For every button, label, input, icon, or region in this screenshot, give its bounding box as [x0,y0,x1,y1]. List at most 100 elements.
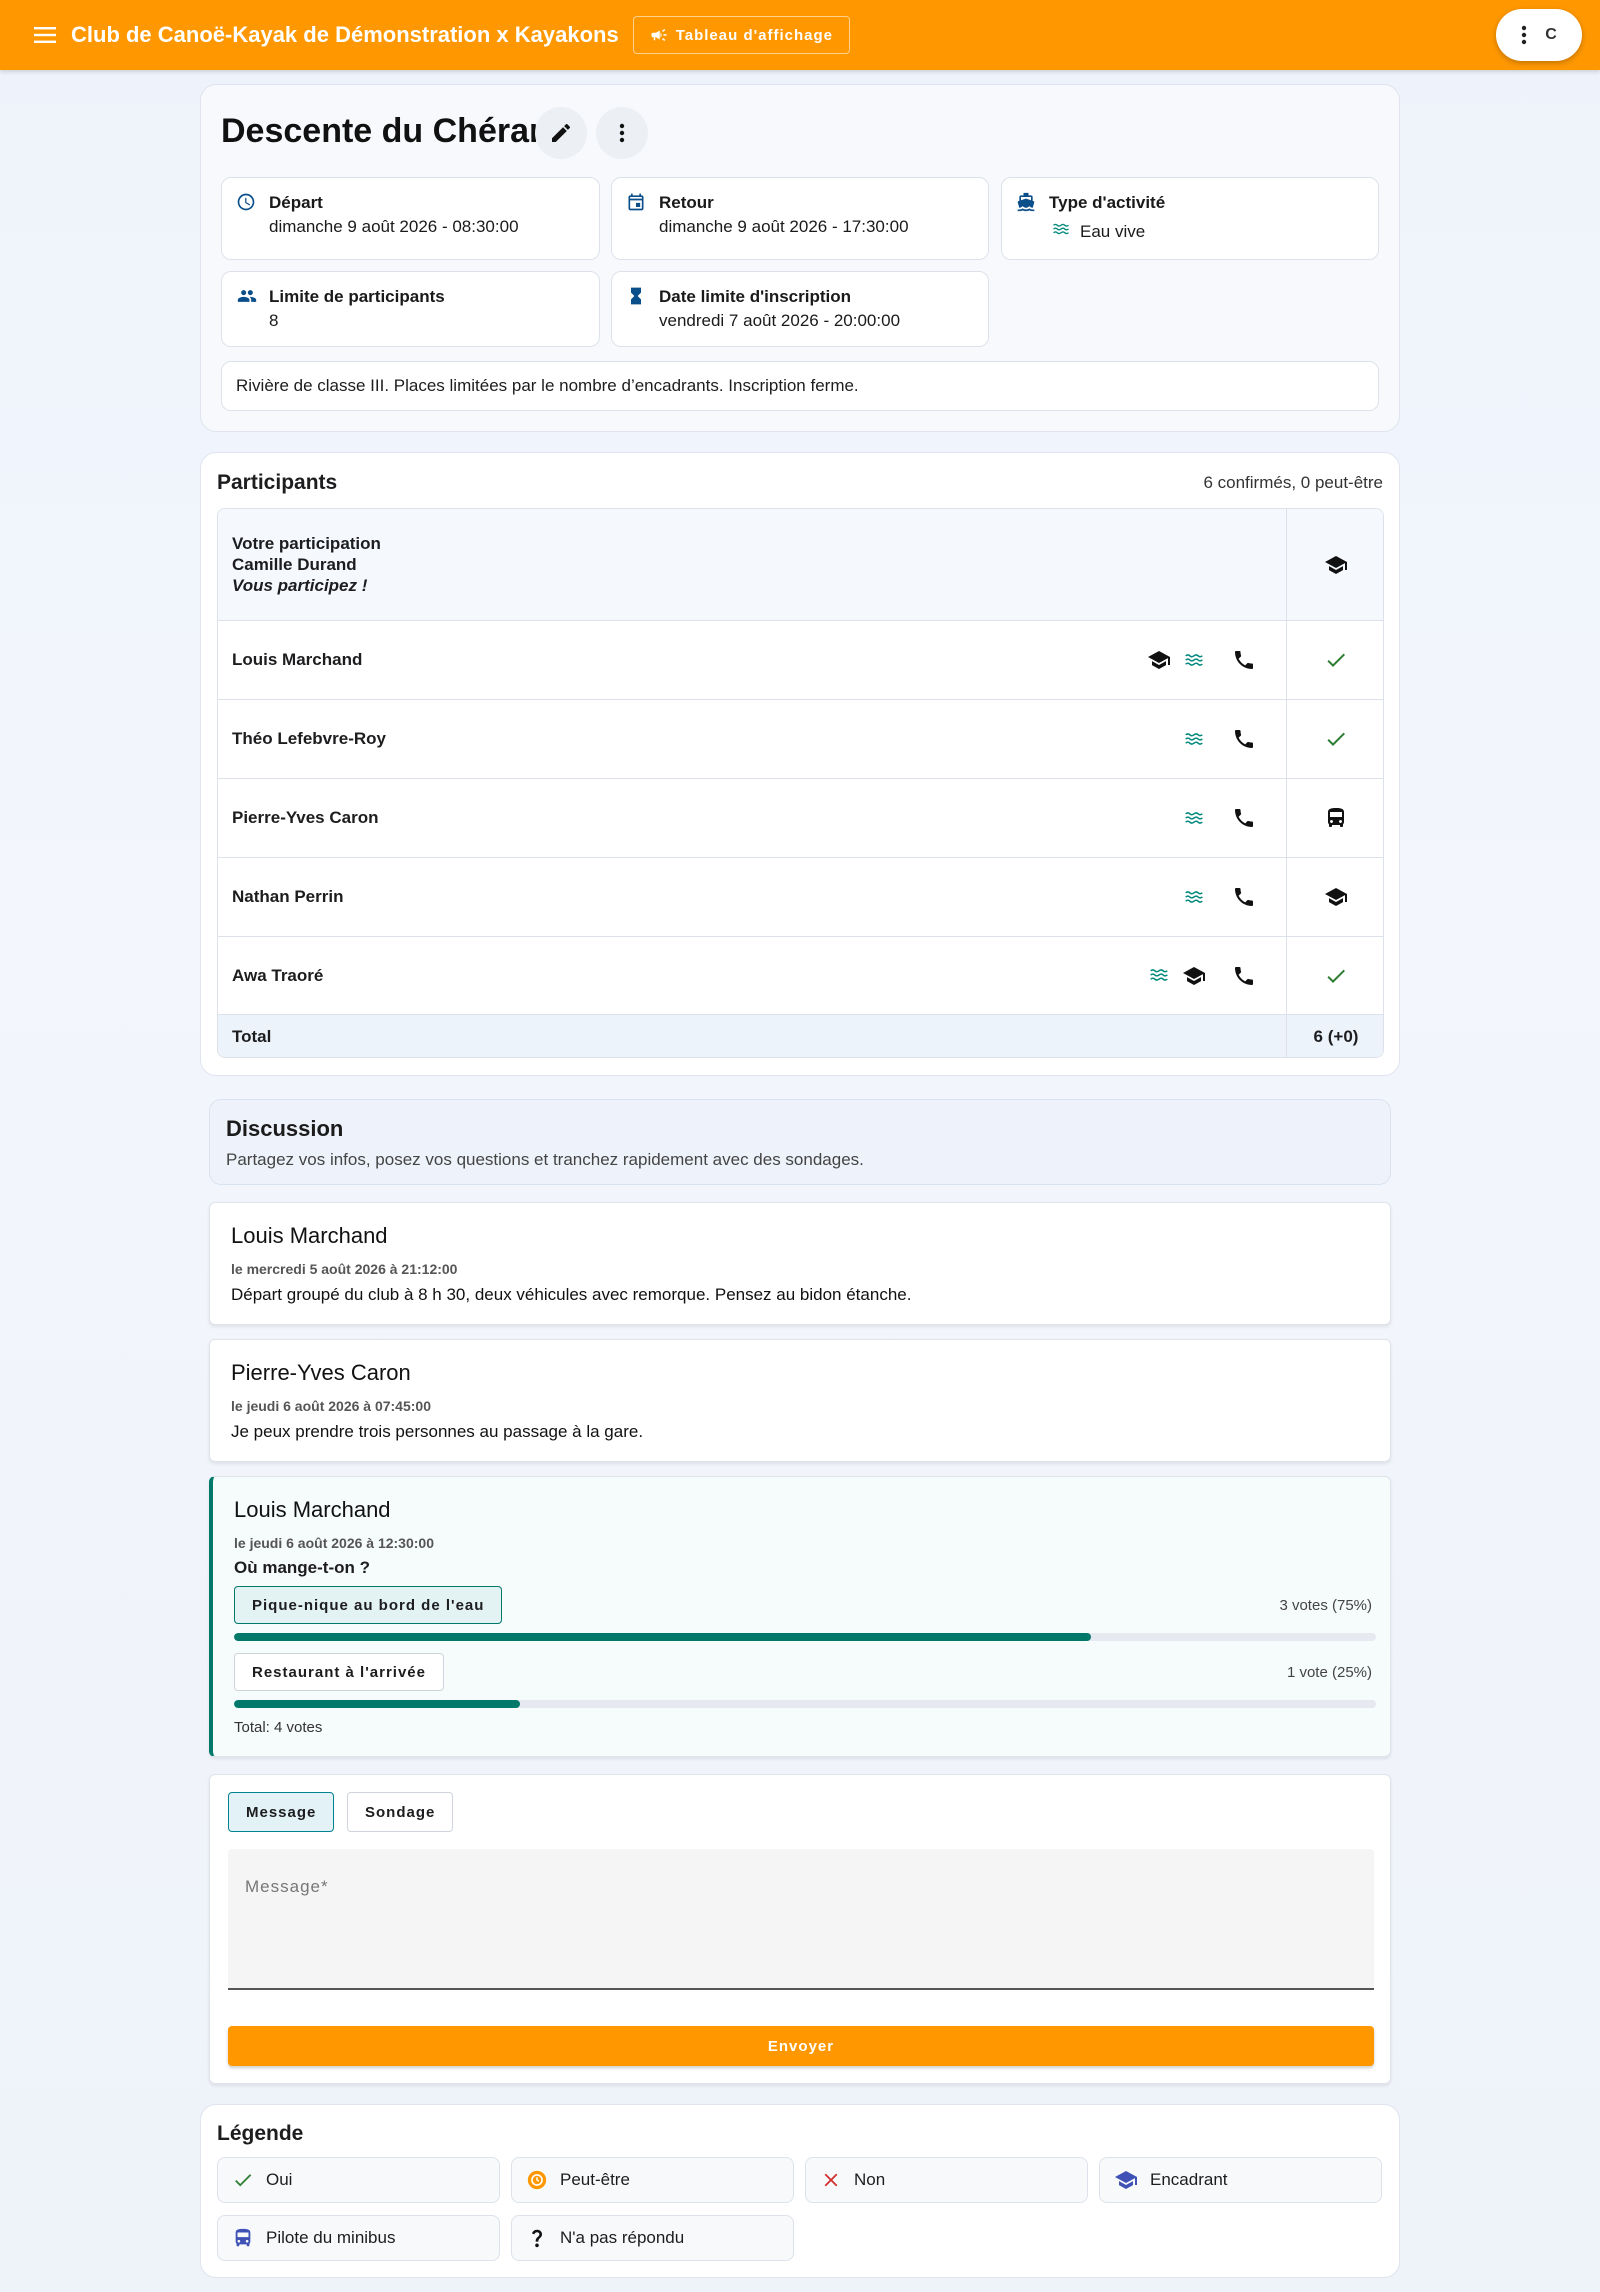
check-icon [1324,648,1348,672]
user-avatar-initial: C [1545,26,1557,43]
message-date: le jeudi 6 août 2026 à 07:45:00 [231,1398,431,1414]
phone-icon[interactable] [1232,964,1256,988]
phone-icon[interactable] [1232,648,1256,672]
type-label: Type d'activité [1049,193,1166,212]
tab-poll[interactable]: Sondage [347,1792,454,1832]
campaign-icon [651,29,667,41]
check-icon [1324,727,1348,751]
poll-option-button[interactable]: Restaurant à l'arrivée [234,1653,444,1691]
check-icon [1324,964,1348,988]
participants-summary: 6 confirmés, 0 peut-être [1203,473,1383,492]
graduation-cap-icon [1114,2168,1138,2192]
participant-status [1286,621,1384,699]
message-author: Louis Marchand [231,1223,388,1248]
discussion-title: Discussion [226,1116,344,1141]
user-menu-button[interactable]: C [1496,9,1582,61]
limit-value: 8 [269,311,279,330]
event-title: Descente du Chéran [221,112,550,150]
legend-title: Légende [217,2122,304,2145]
your-participation-row[interactable]: Votre participation Camille Durand Vous … [218,509,1384,621]
send-button[interactable]: Envoyer [228,2026,1374,2066]
message-body: Départ groupé du club à 8 h 30, deux véh… [231,1285,912,1304]
bus-icon [1324,806,1348,830]
waves-icon [1182,887,1206,907]
legend-card: Légende Oui Peut-être Non Encadrant Pilo… [200,2104,1400,2278]
poll-card: Louis Marchand le jeudi 6 août 2026 à 12… [209,1476,1391,1757]
total-label: Total [232,1027,272,1046]
menu-icon[interactable] [31,21,59,49]
participant-name: Louis Marchand [232,650,363,669]
phone-icon[interactable] [1232,885,1256,909]
composer-card: Message Sondage Envoyer [209,1774,1391,2084]
discussion-header: Discussion Partagez vos infos, posez vos… [209,1099,1391,1185]
boat-icon [1017,192,1035,212]
type-value: Eau vive [1080,222,1146,241]
participant-name: Nathan Perrin [232,887,344,906]
legend-label: Non [854,2170,886,2189]
retour-tile: Retour dimanche 9 août 2026 - 17:30:00 [611,177,989,260]
poll-option-progress [234,1633,1376,1641]
event-more-button[interactable] [596,107,648,159]
participant-status [1286,700,1384,778]
waves-icon [1049,220,1073,238]
app-title: Club de Canoë-Kayak de Démonstration x K… [71,22,619,47]
deadline-value: vendredi 7 août 2026 - 20:00:00 [659,311,901,330]
poll-total: Total: 4 votes [234,1719,323,1736]
bus-icon [232,2227,254,2249]
message-date: le mercredi 5 août 2026 à 21:12:00 [231,1261,458,1277]
edit-icon [552,123,571,142]
participant-status [1286,937,1384,1014]
participant-name: Pierre-Yves Caron [232,808,379,827]
edit-button[interactable] [535,107,587,159]
your-participation-label: Votre participation [232,534,381,553]
app-bar: Club de Canoë-Kayak de Démonstration x K… [0,0,1600,70]
your-name: Camille Durand [232,555,357,574]
poll-date: le jeudi 6 août 2026 à 12:30:00 [234,1535,434,1551]
legend-item: Encadrant [1099,2157,1382,2203]
hourglass-icon [631,287,641,305]
retour-label: Retour [659,193,714,212]
your-participation: Votre participation Camille Durand Vous … [232,533,381,596]
tab-message[interactable]: Message [228,1792,335,1832]
graduation-cap-icon [1324,553,1348,577]
event-card: Descente du Chéran Départ dimanche 9 aoû… [200,84,1400,432]
maybe-icon [527,2170,547,2190]
participant-name: Théo Lefebvre-Roy [232,729,386,748]
waves-icon [1182,650,1206,670]
legend-label: Pilote du minibus [266,2228,396,2247]
participant-status [1286,858,1384,936]
table-row: Nathan Perrin [218,858,1384,937]
board-button-label: Tableau d'affichage [675,26,834,44]
legend-item: Non [805,2157,1088,2203]
legend-label: Encadrant [1150,2170,1228,2189]
graduation-cap-icon [1324,885,1348,909]
depart-label: Départ [269,193,323,212]
poll-option-button[interactable]: Pique-nique au bord de l'eau [234,1586,503,1624]
graduation-cap-icon [1182,964,1206,988]
deadline-tile: Date limite d'inscription vendredi 7 aoû… [611,271,989,347]
table-row: Théo Lefebvre-Roy [218,700,1384,779]
waves-icon [1182,729,1206,749]
phone-icon[interactable] [1232,727,1256,751]
legend-label: N'a pas répondu [560,2228,685,2247]
participants-title: Participants [217,471,338,494]
your-status-cell[interactable] [1286,509,1384,620]
table-row: Louis Marchand [218,621,1384,700]
participants-table: Votre participation Camille Durand Vous … [217,508,1384,1058]
more-vert-icon [1522,25,1527,45]
waves-icon [1147,965,1171,985]
message-input[interactable] [228,1849,1374,1990]
waves-icon [1182,808,1206,828]
type-tile: Type d'activité Eau vive [1001,177,1379,260]
poll-option-progress-fill [234,1633,1091,1641]
question-icon [531,2229,543,2248]
legend-label: Oui [266,2170,293,2189]
phone-icon[interactable] [1232,806,1256,830]
calendar-icon [628,193,644,211]
your-status-text: Vous participez ! [232,576,368,595]
board-button[interactable]: Tableau d'affichage [632,16,851,54]
message-card: Pierre-Yves Caron le jeudi 6 août 2026 à… [209,1339,1391,1462]
table-row: Pierre-Yves Caron [218,779,1383,858]
group-icon [237,290,257,302]
legend-item: Peut-être [511,2157,794,2203]
